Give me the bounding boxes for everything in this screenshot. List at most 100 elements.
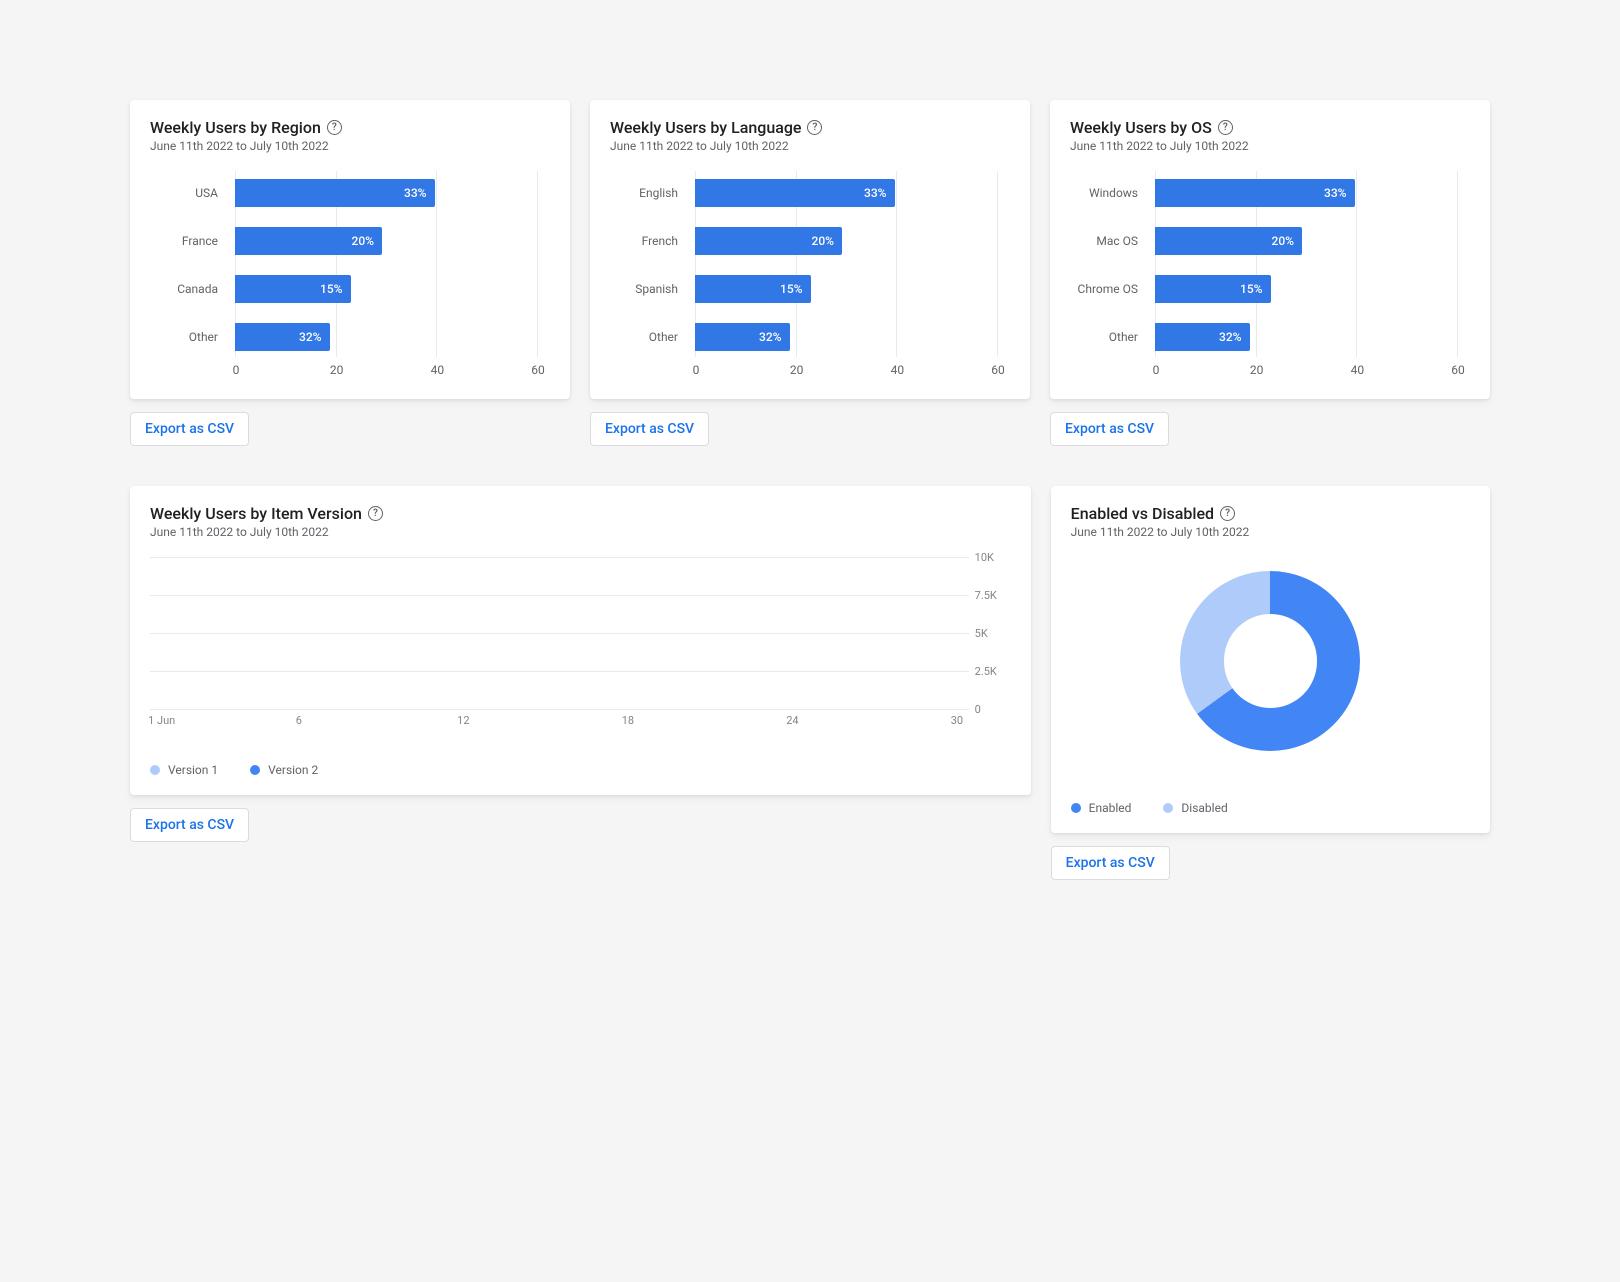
bar: 15% [1155, 275, 1271, 303]
enabled-title: Enabled vs Disabled ? [1071, 504, 1235, 523]
bar-label: Other [150, 330, 228, 344]
bar-label: Other [610, 330, 688, 344]
bar: 20% [1155, 227, 1302, 255]
axis-tick: 0 [226, 363, 246, 377]
axis-tick: 2.5K [975, 665, 1009, 678]
help-icon[interactable]: ? [807, 120, 822, 135]
bar-row: France20% [235, 227, 550, 255]
axis-tick: 5K [975, 627, 1009, 640]
axis-tick: 60 [988, 363, 1008, 377]
bar: 32% [1155, 323, 1250, 351]
bar-label: Other [1070, 330, 1148, 344]
language-subtitle: June 11th 2022 to July 10th 2022 [610, 139, 1010, 153]
bar: 33% [235, 179, 435, 207]
bar-row: Canada15% [235, 275, 550, 303]
export-csv-button[interactable]: Export as CSV [130, 808, 249, 842]
legend-version2: Version 2 [250, 763, 318, 777]
bar: 20% [235, 227, 382, 255]
legend-enabled: Enabled [1071, 801, 1132, 815]
export-csv-button[interactable]: Export as CSV [1050, 412, 1169, 446]
bar-label: Chrome OS [1070, 282, 1148, 296]
region-card: Weekly Users by Region ? June 11th 2022 … [130, 100, 570, 399]
axis-tick: 0 [1146, 363, 1166, 377]
os-chart: 0204060 Windows33%Mac OS20%Chrome OS15%O… [1070, 171, 1470, 381]
axis-tick: 1 Jun [148, 714, 175, 727]
enabled-card: Enabled vs Disabled ? June 11th 2022 to … [1051, 486, 1490, 833]
enabled-chart [1071, 557, 1470, 765]
bar-row: Windows33% [1155, 179, 1470, 207]
bar-row: Other32% [235, 323, 550, 351]
bar: 33% [695, 179, 895, 207]
axis-tick: 20 [1247, 363, 1267, 377]
bar-label: Windows [1070, 186, 1148, 200]
help-icon[interactable]: ? [1220, 506, 1235, 521]
bar-row: Other32% [695, 323, 1010, 351]
axis-tick: 7.5K [975, 589, 1009, 602]
enabled-legend: Enabled Disabled [1071, 801, 1470, 815]
legend-disabled: Disabled [1163, 801, 1227, 815]
axis-tick: 18 [622, 714, 634, 727]
axis-tick: 40 [887, 363, 907, 377]
help-icon[interactable]: ? [368, 506, 383, 521]
region-column: Weekly Users by Region ? June 11th 2022 … [130, 100, 570, 446]
enabled-subtitle: June 11th 2022 to July 10th 2022 [1071, 525, 1470, 539]
axis-tick: 12 [457, 714, 469, 727]
region-chart: 0204060 USA33%France20%Canada15%Other32% [150, 171, 550, 381]
legend-dot-icon [1071, 803, 1081, 813]
region-title: Weekly Users by Region ? [150, 118, 342, 137]
axis-tick: 40 [1347, 363, 1367, 377]
language-title: Weekly Users by Language ? [610, 118, 822, 137]
bar-label: USA [150, 186, 228, 200]
bar-row: French20% [695, 227, 1010, 255]
bar: 20% [695, 227, 842, 255]
bar: 33% [1155, 179, 1355, 207]
os-column: Weekly Users by OS ? June 11th 2022 to J… [1050, 100, 1490, 446]
bar-label: English [610, 186, 688, 200]
version-card: Weekly Users by Item Version ? June 11th… [130, 486, 1031, 795]
bar: 15% [235, 275, 351, 303]
axis-tick: 60 [1448, 363, 1468, 377]
axis-tick: 40 [427, 363, 447, 377]
language-column: Weekly Users by Language ? June 11th 202… [590, 100, 1030, 446]
language-card: Weekly Users by Language ? June 11th 202… [590, 100, 1030, 399]
axis-tick: 0 [686, 363, 706, 377]
export-csv-button[interactable]: Export as CSV [1051, 846, 1170, 880]
os-subtitle: June 11th 2022 to July 10th 2022 [1070, 139, 1470, 153]
bar-label: Spanish [610, 282, 688, 296]
bar-label: Mac OS [1070, 234, 1148, 248]
axis-tick: 6 [296, 714, 302, 727]
bar-row: Chrome OS15% [1155, 275, 1470, 303]
axis-tick: 0 [975, 703, 1009, 716]
enabled-column: Enabled vs Disabled ? June 11th 2022 to … [1051, 486, 1490, 880]
language-chart: 0204060 English33%French20%Spanish15%Oth… [610, 171, 1010, 381]
export-csv-button[interactable]: Export as CSV [590, 412, 709, 446]
legend-dot-icon [150, 765, 160, 775]
os-title: Weekly Users by OS ? [1070, 118, 1233, 137]
help-icon[interactable]: ? [327, 120, 342, 135]
export-csv-button[interactable]: Export as CSV [130, 412, 249, 446]
bar: 32% [235, 323, 330, 351]
bar-row: Other32% [1155, 323, 1470, 351]
version-column: Weekly Users by Item Version ? June 11th… [130, 486, 1031, 880]
bar-row: English33% [695, 179, 1010, 207]
bar-row: Mac OS20% [1155, 227, 1470, 255]
bar-row: Spanish15% [695, 275, 1010, 303]
axis-tick: 24 [786, 714, 798, 727]
version-chart: 10K7.5K5K2.5K0 1 Jun612182430 [150, 557, 1011, 727]
legend-dot-icon [1163, 803, 1173, 813]
version-subtitle: June 11th 2022 to July 10th 2022 [150, 525, 1011, 539]
version-title: Weekly Users by Item Version ? [150, 504, 383, 523]
axis-tick: 10K [975, 551, 1009, 564]
axis-tick: 60 [528, 363, 548, 377]
bar: 32% [695, 323, 790, 351]
bar-label: French [610, 234, 688, 248]
version-legend: Version 1 Version 2 [150, 763, 1011, 777]
legend-dot-icon [250, 765, 260, 775]
bar-label: France [150, 234, 228, 248]
axis-tick: 30 [951, 714, 963, 727]
help-icon[interactable]: ? [1218, 120, 1233, 135]
bar-label: Canada [150, 282, 228, 296]
bar-row: USA33% [235, 179, 550, 207]
bar: 15% [695, 275, 811, 303]
legend-version1: Version 1 [150, 763, 218, 777]
